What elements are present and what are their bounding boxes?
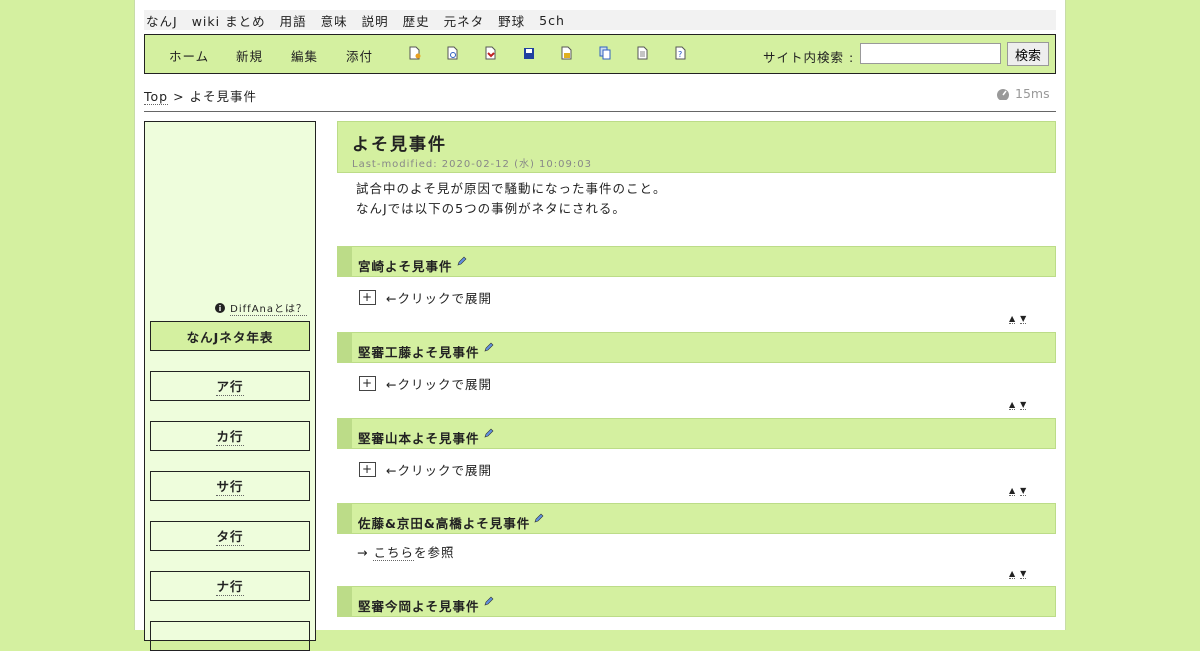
sidebar-item-label: カ行 — [216, 426, 244, 446]
attach-button[interactable]: 添付 — [346, 46, 373, 65]
section-heading: 堅審工藤よそ見事件 — [337, 332, 1056, 363]
expand-toggle[interactable]: + ←クリックで展開 — [359, 460, 492, 479]
expand-toggle[interactable]: + ←クリックで展開 — [359, 288, 492, 307]
section-heading: 佐藤&京田&高橋よそ見事件 — [337, 503, 1056, 534]
expand-text: ←クリックで展開 — [386, 377, 492, 392]
expand-toggle[interactable]: + ←クリックで展開 — [359, 374, 492, 393]
page-container: なんJ wiki まとめ 用語 意味 説明 歴史 元ネタ 野球 5ch ホーム … — [134, 0, 1066, 651]
svg-text:?: ? — [678, 50, 682, 59]
scroll-up-icon[interactable]: ▲ — [1009, 486, 1016, 496]
sidebar-item-label: なんJネタ年表 — [186, 329, 274, 345]
breadcrumb-top-link[interactable]: Top — [144, 89, 169, 105]
intro-line: なんJでは以下の5つの事例がネタにされる。 — [356, 201, 626, 216]
sidebar-item-label: サ行 — [216, 476, 244, 496]
intro-text: 試合中のよそ見が原因で騒動になった事件のこと。 なんJでは以下の5つの事例がネタ… — [356, 179, 667, 219]
timing-value: 15ms — [1015, 86, 1050, 101]
copy-icon[interactable] — [599, 46, 611, 61]
scroll-down-icon[interactable]: ▼ — [1020, 486, 1027, 496]
section-heading: 堅審山本よそ見事件 — [337, 418, 1056, 449]
top-nav: なんJ wiki まとめ 用語 意味 説明 歴史 元ネタ 野球 5ch — [144, 10, 1056, 30]
sidebar-item-sa[interactable]: サ行 — [150, 471, 310, 501]
sidebar-item-nenpyo[interactable]: なんJネタ年表 — [150, 321, 310, 351]
sidebar: DiffAnaとは？ なんJネタ年表 ア行 カ行 サ行 タ行 ナ行 — [144, 121, 316, 651]
section-nav: ▲ ▼ — [1009, 400, 1031, 410]
edit-pencil-icon[interactable] — [484, 340, 494, 355]
sidebar-item-label: ア行 — [216, 376, 244, 396]
sidebar-item-next[interactable] — [150, 621, 310, 651]
page-title: よそ見事件 — [352, 135, 447, 155]
topnav-link-nanj[interactable]: なんJ — [146, 11, 178, 30]
search-label: サイト内検索 : — [763, 50, 855, 65]
search-button[interactable]: 検索 — [1007, 42, 1049, 66]
home-button[interactable]: ホーム — [169, 46, 209, 65]
list-icon[interactable] — [637, 46, 649, 61]
section-nav: ▲ ▼ — [1009, 486, 1031, 496]
section-heading: 堅審今岡よそ見事件 — [337, 586, 1056, 617]
expand-plus-icon[interactable]: + — [359, 462, 376, 477]
edit-button[interactable]: 編集 — [291, 46, 318, 65]
sidebar-item-label: ナ行 — [216, 576, 244, 596]
expand-text: ←クリックで展開 — [386, 463, 492, 478]
scroll-up-icon[interactable]: ▲ — [1009, 400, 1016, 410]
expand-text: ←クリックで展開 — [386, 291, 492, 306]
sidebar-item-label: タ行 — [216, 526, 244, 546]
topnav-link-imi[interactable]: 意味 — [321, 11, 348, 30]
section-nav: ▲ ▼ — [1009, 569, 1031, 579]
topnav-link-wiki[interactable]: wiki まとめ — [192, 11, 266, 30]
scroll-down-icon[interactable]: ▼ — [1020, 400, 1027, 410]
header-divider — [144, 111, 1056, 112]
sidebar-item-ka[interactable]: カ行 — [150, 421, 310, 451]
edit-pencil-icon[interactable] — [484, 426, 494, 441]
render-timing: 15ms — [996, 86, 1050, 101]
breadcrumb: Top > よそ見事件 — [144, 86, 257, 105]
section-title: 堅審山本よそ見事件 — [358, 431, 480, 446]
reference-link[interactable]: こちら — [373, 545, 414, 561]
edit-pencil-icon[interactable] — [484, 594, 494, 609]
breadcrumb-current: よそ見事件 — [189, 89, 258, 104]
save-icon[interactable] — [523, 46, 535, 61]
scroll-down-icon[interactable]: ▼ — [1020, 569, 1027, 579]
edit-pencil-icon[interactable] — [534, 511, 544, 526]
speedometer-icon — [996, 88, 1010, 100]
diffana-label: DiffAnaとは？ — [230, 300, 307, 316]
topnav-link-setsumei[interactable]: 説明 — [362, 11, 389, 30]
new-page-icon[interactable] — [409, 46, 421, 61]
scroll-up-icon[interactable]: ▲ — [1009, 314, 1016, 324]
edit-pencil-icon[interactable] — [457, 254, 467, 269]
toolbar: ホーム 新規 編集 添付 ? サイト内検索 : 検索 — [144, 34, 1056, 74]
scroll-up-icon[interactable]: ▲ — [1009, 569, 1016, 579]
intro-line: 試合中のよそ見が原因で騒動になった事件のこと。 — [356, 181, 667, 196]
section-nav: ▲ ▼ — [1009, 314, 1031, 324]
section-title: 堅審今岡よそ見事件 — [358, 599, 480, 614]
diff-icon[interactable] — [485, 46, 497, 61]
topnav-link-motoneta[interactable]: 元ネタ — [444, 11, 485, 30]
diffana-link[interactable]: DiffAnaとは？ — [215, 300, 307, 316]
reference-suffix: を参照 — [413, 545, 455, 560]
section-title: 堅審工藤よそ見事件 — [358, 345, 480, 360]
breadcrumb-separator: > — [173, 89, 185, 104]
expand-plus-icon[interactable]: + — [359, 290, 376, 305]
info-icon — [215, 303, 226, 313]
topnav-link-yakyu[interactable]: 野球 — [498, 11, 525, 30]
topnav-link-5ch[interactable]: 5ch — [539, 13, 565, 28]
topnav-link-yougo[interactable]: 用語 — [280, 11, 307, 30]
sidebar-item-na[interactable]: ナ行 — [150, 571, 310, 601]
new-button[interactable]: 新規 — [236, 46, 263, 65]
section-title: 佐藤&京田&高橋よそ見事件 — [358, 516, 531, 531]
scroll-down-icon[interactable]: ▼ — [1020, 314, 1027, 324]
sidebar-item-ta[interactable]: タ行 — [150, 521, 310, 551]
reference-line: → こちらを参照 — [357, 542, 455, 561]
section-title: 宮崎よそ見事件 — [358, 259, 453, 274]
help-icon[interactable]: ? — [675, 46, 687, 61]
sidebar-item-a[interactable]: ア行 — [150, 371, 310, 401]
reference-arrow: → — [357, 545, 369, 560]
expand-plus-icon[interactable]: + — [359, 376, 376, 391]
section-heading: 宮崎よそ見事件 — [337, 246, 1056, 277]
last-modified: Last-modified: 2020-02-12 (水) 10:09:03 — [352, 159, 592, 170]
search-input[interactable] — [860, 43, 1001, 64]
topnav-link-rekishi[interactable]: 歴史 — [403, 11, 430, 30]
search-page-icon[interactable] — [447, 46, 459, 61]
lock-icon[interactable] — [561, 46, 573, 61]
page-title-box: よそ見事件 Last-modified: 2020-02-12 (水) 10:0… — [337, 121, 1056, 173]
